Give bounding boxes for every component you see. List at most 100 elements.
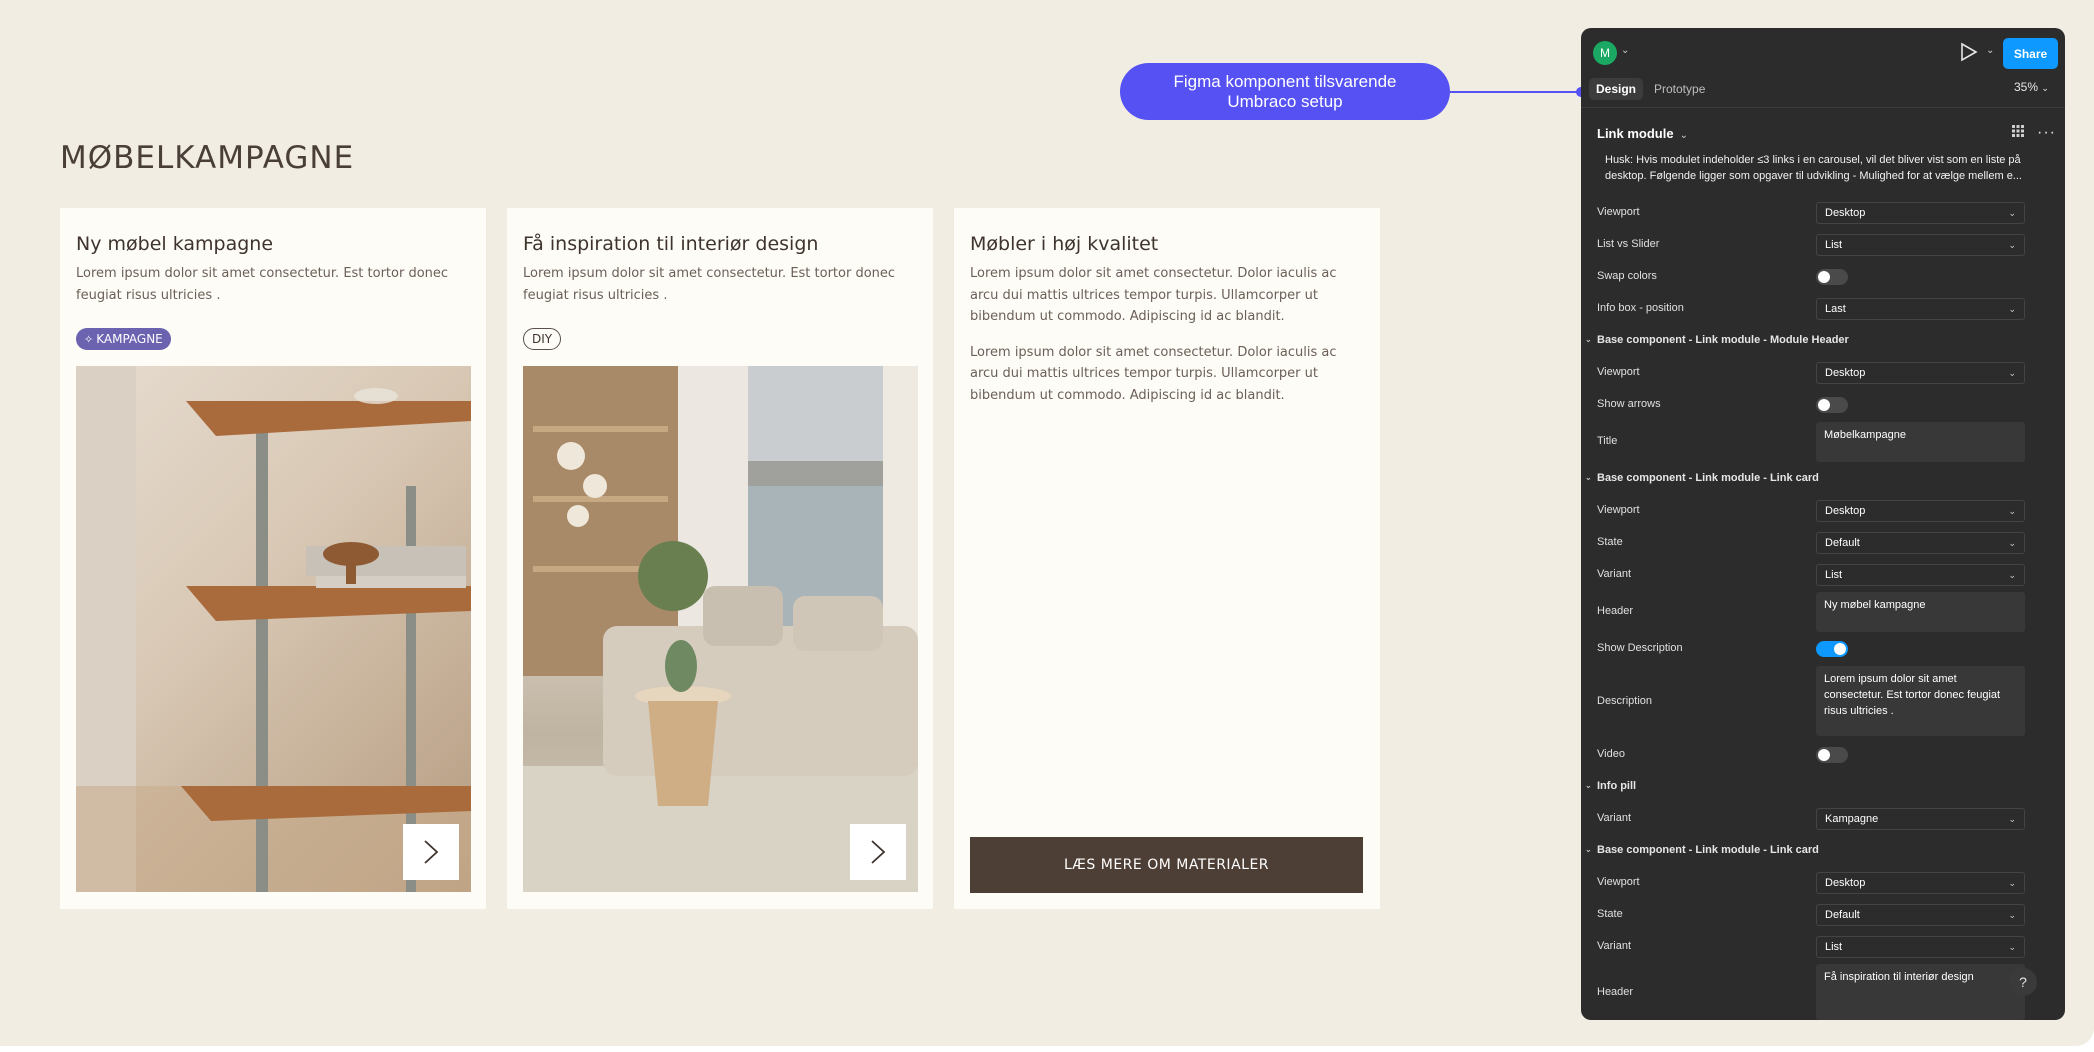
read-more-button[interactable]: LÆS MERE OM MATERIALER [970, 837, 1363, 893]
chevron-down-icon: ⌄ [2008, 570, 2016, 580]
select-value: Last [1825, 303, 1846, 315]
header-text-field[interactable]: Få inspiration til interiør design [1816, 964, 2025, 1020]
annotation-callout: Figma komponent tilsvarende Umbraco setu… [1120, 63, 1450, 120]
select-value: Desktop [1825, 207, 1866, 219]
prop-label: Header [1597, 986, 1634, 998]
link-card[interactable]: Ny møbel kampagne Lorem ipsum dolor sit … [60, 208, 486, 909]
show-arrows-toggle[interactable] [1816, 397, 1848, 413]
list-vs-slider-select[interactable]: List ⌄ [1816, 234, 2025, 256]
next-arrow-button[interactable] [403, 824, 459, 880]
prop-label: Video [1597, 748, 1625, 760]
component-name-dropdown[interactable]: Link module ⌄ [1597, 126, 1688, 141]
share-button[interactable]: Share [2003, 38, 2058, 69]
variant-select[interactable]: List ⌄ [1816, 936, 2025, 958]
chevron-down-icon: ⌄ [1585, 335, 1592, 344]
paragraph: Lorem ipsum dolor sit amet consectetur. … [970, 266, 1337, 324]
card-image[interactable] [76, 366, 471, 892]
living-room-illustration [523, 366, 918, 892]
chevron-right-icon [871, 840, 886, 864]
more-options-icon[interactable]: ··· [2037, 124, 2056, 142]
prop-label: List vs Slider [1597, 238, 1660, 250]
chevron-down-icon[interactable]: ⌄ [1986, 45, 1994, 56]
prop-label: Description [1597, 695, 1653, 707]
prop-label: Viewport [1597, 876, 1640, 888]
state-select[interactable]: Default ⌄ [1816, 532, 2025, 554]
chevron-right-icon [424, 840, 439, 864]
card-description: Lorem ipsum dolor sit amet consectetur. … [523, 266, 896, 303]
select-value: Kampagne [1825, 813, 1879, 825]
prop-label: Swap colors [1597, 270, 1657, 282]
select-value: Desktop [1825, 505, 1866, 517]
prop-label: Show Description [1597, 642, 1683, 654]
viewport-select[interactable]: Desktop ⌄ [1816, 872, 2025, 894]
section-module-header[interactable]: ⌄ Base component - Link module - Module H… [1585, 334, 1849, 346]
panel-toolbar: M ⌄ ⌄ Share Design Prototype 35% ⌄ [1581, 28, 2065, 108]
info-pill-kampagne: ✧ KAMPAGNE [76, 328, 171, 350]
select-value: List [1825, 941, 1843, 953]
chevron-down-icon: ⌄ [2008, 878, 2016, 888]
select-value: List [1825, 569, 1843, 581]
info-box-position-select[interactable]: Last ⌄ [1816, 298, 2025, 320]
viewport-select[interactable]: Desktop ⌄ [1816, 500, 2025, 522]
module-title: MØBELKAMPAGNE [60, 140, 355, 176]
select-value: Default [1825, 909, 1860, 921]
chevron-down-icon: ⌄ [2041, 83, 2049, 93]
avatar[interactable]: M [1593, 41, 1617, 65]
pill-label: DIY [532, 332, 553, 346]
prop-label: Variant [1597, 568, 1632, 580]
header-text-field[interactable]: Ny møbel kampagne [1816, 592, 2025, 632]
figma-design-panel: M ⌄ ⌄ Share Design Prototype 35% ⌄ Link … [1581, 28, 2065, 1020]
component-name: Link module [1597, 126, 1674, 141]
viewport-select[interactable]: Desktop ⌄ [1816, 202, 2025, 224]
grid-icon[interactable] [2011, 124, 2025, 138]
prop-label: Variant [1597, 940, 1632, 952]
link-card[interactable]: Få inspiration til interiør design Lorem… [507, 208, 933, 909]
chevron-down-icon[interactable]: ⌄ [1621, 45, 1629, 56]
prop-label: State [1597, 536, 1623, 548]
section-title: Base component - Link module - Link card [1597, 472, 1819, 484]
show-description-toggle[interactable] [1816, 641, 1848, 657]
prop-label: Title [1597, 435, 1618, 447]
help-button[interactable]: ? [2009, 968, 2037, 996]
tab-design[interactable]: Design [1589, 78, 1644, 100]
pill-variant-select[interactable]: Kampagne ⌄ [1816, 808, 2025, 830]
chevron-down-icon: ⌄ [2008, 208, 2016, 218]
section-info-pill[interactable]: ⌄ Info pill [1585, 780, 1636, 792]
prop-label: State [1597, 908, 1623, 920]
info-pill-diy: DIY [523, 328, 562, 350]
chevron-down-icon: ⌄ [2008, 368, 2016, 378]
prop-label: Header [1597, 605, 1634, 617]
card-image[interactable] [523, 366, 918, 892]
chevron-down-icon: ⌄ [2008, 304, 2016, 314]
viewport-select[interactable]: Desktop ⌄ [1816, 362, 2025, 384]
variant-select[interactable]: List ⌄ [1816, 564, 2025, 586]
card-header: Ny møbel kampagne [76, 233, 274, 255]
tab-prototype[interactable]: Prototype [1647, 78, 1712, 100]
section-title: Base component - Link module - Link card [1597, 844, 1819, 856]
sparkle-icon: ✧ [84, 333, 94, 346]
prop-label: Info box - position [1597, 302, 1684, 314]
video-toggle[interactable] [1816, 747, 1848, 763]
zoom-dropdown[interactable]: 35% ⌄ [2014, 80, 2049, 94]
design-canvas: MØBELKAMPAGNE Ny møbel kampagne Lorem ip… [0, 0, 2094, 1046]
swap-colors-toggle[interactable] [1816, 269, 1848, 285]
card-description: Lorem ipsum dolor sit amet consectetur. … [970, 263, 1365, 406]
section-link-card[interactable]: ⌄ Base component - Link module - Link car… [1585, 844, 1819, 856]
description-text-field[interactable]: Lorem ipsum dolor sit amet consectetur. … [1816, 666, 2025, 736]
play-icon[interactable] [1957, 41, 1979, 63]
info-box-card: Møbler i høj kvalitet Lorem ipsum dolor … [954, 208, 1380, 909]
shelf-illustration [76, 366, 471, 892]
component-description: Husk: Hvis modulet indeholder ≤3 links i… [1605, 154, 2022, 182]
select-value: List [1825, 239, 1843, 251]
section-link-card[interactable]: ⌄ Base component - Link module - Link car… [1585, 472, 1819, 484]
callout-line-1: Figma komponent tilsvarende [1173, 71, 1397, 91]
title-text-field[interactable]: Møbelkampagne [1816, 422, 2025, 462]
chevron-down-icon: ⌄ [2008, 506, 2016, 516]
state-select[interactable]: Default ⌄ [1816, 904, 2025, 926]
prop-label: Viewport [1597, 206, 1640, 218]
callout-line-2: Umbraco setup [1227, 91, 1343, 111]
select-value: Desktop [1825, 877, 1866, 889]
chevron-down-icon: ⌄ [2008, 942, 2016, 952]
prop-label: Show arrows [1597, 398, 1661, 410]
next-arrow-button[interactable] [850, 824, 906, 880]
